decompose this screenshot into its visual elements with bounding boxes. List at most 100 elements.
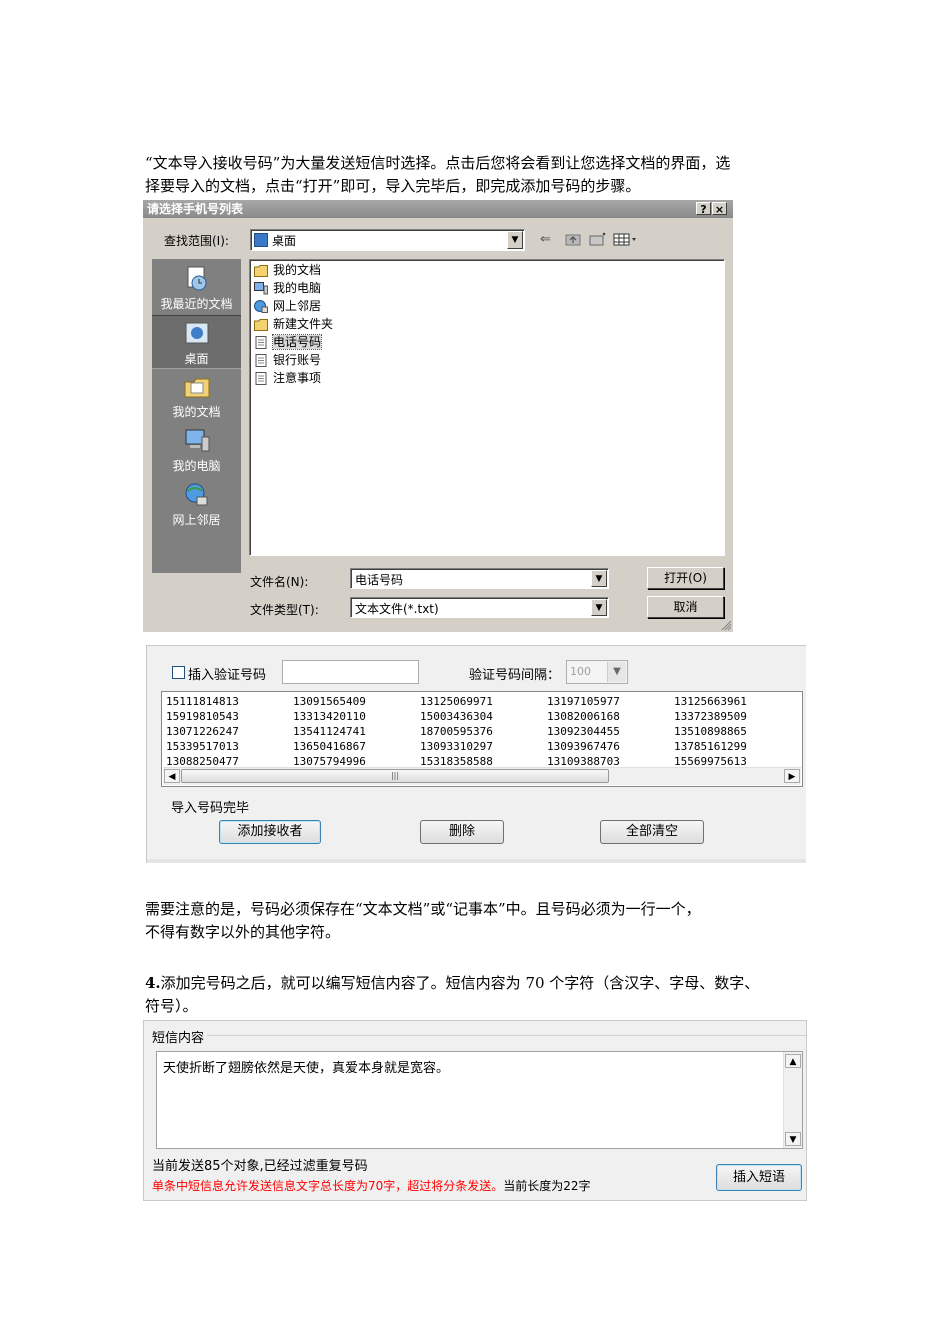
resize-grip-icon[interactable] <box>721 620 732 631</box>
place-desktop[interactable]: 桌面 <box>152 315 241 369</box>
filename-value: 电话号码 <box>355 573 404 587</box>
number-column: 13091565409 13313420110 13541124741 1365… <box>293 694 366 769</box>
note-line-2: 不得有数字以外的其他字符。 <box>145 923 341 941</box>
phone-number: 13785161299 <box>674 740 747 753</box>
insert-verify-checkbox[interactable] <box>172 666 185 679</box>
recent-documents-icon <box>187 266 206 291</box>
step-number: 4. <box>145 974 161 992</box>
phone-number: 13650416867 <box>293 740 366 753</box>
place-my-computer[interactable]: 我的电脑 <box>152 423 241 475</box>
horizontal-scrollbar[interactable]: ◀ ||| ▶ <box>163 767 801 785</box>
my-computer-icon <box>185 429 209 452</box>
phone-number: 13082006168 <box>547 710 620 723</box>
network-icon <box>254 300 268 313</box>
file-item-phone-numbers[interactable]: 电话号码 <box>254 334 323 351</box>
folder-icon <box>254 319 268 331</box>
place-my-documents[interactable]: 我的文档 <box>152 369 241 421</box>
file-item-bank-account[interactable]: 银行账号 <box>254 352 321 369</box>
file-item-my-documents[interactable]: 我的文档 <box>254 262 321 279</box>
network-places-icon <box>185 483 207 506</box>
step4-line-1: 4.添加完号码之后，就可以编写短信内容了。短信内容为 70 个字符（含汉字、字母… <box>145 972 810 995</box>
phone-number: 13541124741 <box>293 725 366 738</box>
filetype-label: 文件类型(T): <box>250 603 319 617</box>
dialog-title: 请选择手机号列表 <box>147 202 244 216</box>
sms-group-label: 短信内容 <box>152 1027 208 1046</box>
scroll-down-icon[interactable]: ▼ <box>785 1132 801 1146</box>
phone-number: 15003436304 <box>420 710 493 723</box>
phone-number: 13071226247 <box>166 725 239 738</box>
number-column: 13125069971 15003436304 18700595376 1309… <box>420 694 493 769</box>
file-item-my-computer[interactable]: 我的电脑 <box>254 280 321 297</box>
insert-phrase-button[interactable]: 插入短语 <box>716 1164 802 1191</box>
phone-number: 13372389509 <box>674 710 747 723</box>
file-list[interactable]: 我的文档 我的电脑 网上邻居 新建文件夹 电话号码 银行账号 注意事项 <box>249 259 725 556</box>
view-menu-icon[interactable] <box>613 232 637 250</box>
import-status-text: 导入号码完毕 <box>171 801 250 816</box>
sms-message-textarea[interactable]: 天使折断了翅膀依然是天使，真爱本身就是宽容。 ▲ ▼ <box>156 1051 803 1149</box>
place-network[interactable]: 网上邻居 <box>152 477 241 529</box>
add-recipient-button[interactable]: 添加接收者 <box>219 820 321 844</box>
phone-number: 13313420110 <box>293 710 366 723</box>
folder-icon <box>254 265 268 277</box>
cancel-button[interactable]: 取消 <box>647 596 724 618</box>
scroll-left-icon[interactable]: ◀ <box>164 769 180 783</box>
intro-line-2: 择要导入的文档，点击“打开”即可，导入完毕后，即完成添加号码的步骤。 <box>145 177 641 195</box>
delete-button[interactable]: 删除 <box>420 820 504 844</box>
phone-number: 18700595376 <box>420 725 493 738</box>
my-documents-icon <box>184 378 209 398</box>
phone-number: 13197105977 <box>547 695 620 708</box>
scroll-up-icon[interactable]: ▲ <box>785 1054 801 1068</box>
close-button[interactable]: × <box>712 202 727 216</box>
step4-paragraph: 4.添加完号码之后，就可以编写短信内容了。短信内容为 70 个字符（含汉字、字母… <box>145 972 810 1018</box>
verify-interval-select[interactable]: 100 ▼ <box>566 660 628 684</box>
up-folder-icon[interactable] <box>565 232 581 250</box>
scroll-right-icon[interactable]: ▶ <box>784 769 800 783</box>
scrollbar-thumb[interactable]: ||| <box>181 769 609 783</box>
phone-number: 13093967476 <box>547 740 620 753</box>
group-divider <box>152 1035 806 1036</box>
intro-paragraph: “文本导入接收号码”为大量发送短信时选择。点击后您将会看到让您选择文档的界面，选… <box>145 152 810 198</box>
chevron-down-icon[interactable]: ▼ <box>591 599 607 616</box>
import-numbers-panel: 插入验证号码 验证号码间隔： 100 ▼ 15111814813 1591981… <box>146 645 806 863</box>
current-length-text: 当前长度为22字 <box>503 1179 591 1193</box>
length-status-line: 单条中短信息允许发送信息文字总长度为70字，超过将分条发送。当前长度为22字 <box>152 1177 591 1194</box>
filename-combo[interactable]: 电话号码 ▼ <box>350 568 609 589</box>
chevron-down-icon[interactable]: ▼ <box>507 231 523 249</box>
open-button[interactable]: 打开(O) <box>647 567 724 589</box>
phone-number: 13125069971 <box>420 695 493 708</box>
filename-label: 文件名(N): <box>250 575 309 589</box>
place-recent-documents[interactable]: 我最近的文档 <box>152 261 241 313</box>
vertical-scrollbar[interactable]: ▲ ▼ <box>783 1052 802 1148</box>
interval-value: 100 <box>570 665 591 678</box>
dialog-title-bar: 请选择手机号列表 ? × <box>143 200 733 218</box>
clear-all-button[interactable]: 全部清空 <box>600 820 704 844</box>
verify-interval-label: 验证号码间隔： <box>469 668 561 683</box>
places-bar: 我最近的文档 桌面 我的文档 我的电脑 网上邻居 <box>152 259 241 573</box>
number-column: 13125663961 13372389509 13510898865 1378… <box>674 694 747 769</box>
phone-number: 15919810543 <box>166 710 239 723</box>
help-button[interactable]: ? <box>696 202 711 216</box>
file-item-notes[interactable]: 注意事项 <box>254 370 321 387</box>
look-in-label: 查找范围(I): <box>164 234 229 248</box>
chevron-down-icon[interactable]: ▼ <box>591 570 607 587</box>
new-folder-icon[interactable] <box>589 232 607 250</box>
look-in-combo[interactable]: 桌面 ▼ <box>250 229 525 251</box>
phone-number: 13510898865 <box>674 725 747 738</box>
computer-icon <box>254 282 268 295</box>
desktop-small-icon <box>254 233 268 247</box>
file-item-network[interactable]: 网上邻居 <box>254 298 321 315</box>
step4-line-2: 符号）。 <box>145 997 198 1015</box>
select-phone-list-dialog: 请选择手机号列表 ? × 查找范围(I): 桌面 ▼ ⇐ 我最近的文档 桌面 我… <box>143 200 733 632</box>
text-file-icon <box>255 372 267 385</box>
filetype-combo[interactable]: 文本文件(*.txt) ▼ <box>350 597 609 618</box>
verify-number-input[interactable] <box>282 660 419 684</box>
chevron-down-icon[interactable]: ▼ <box>607 662 626 682</box>
place-label: 我最近的文档 <box>160 297 233 311</box>
desktop-icon <box>185 322 208 344</box>
note-line-1: 需要注意的是，号码必须保存在“文本文档”或“记事本”中。且号码必须为一行一个， <box>145 900 701 918</box>
place-label: 我的文档 <box>172 405 221 419</box>
phone-number: 15111814813 <box>166 695 239 708</box>
file-item-new-folder[interactable]: 新建文件夹 <box>254 316 333 333</box>
back-arrow-icon[interactable]: ⇐ <box>540 232 551 247</box>
phone-number-grid[interactable]: 15111814813 15919810543 13071226247 1533… <box>161 691 803 787</box>
